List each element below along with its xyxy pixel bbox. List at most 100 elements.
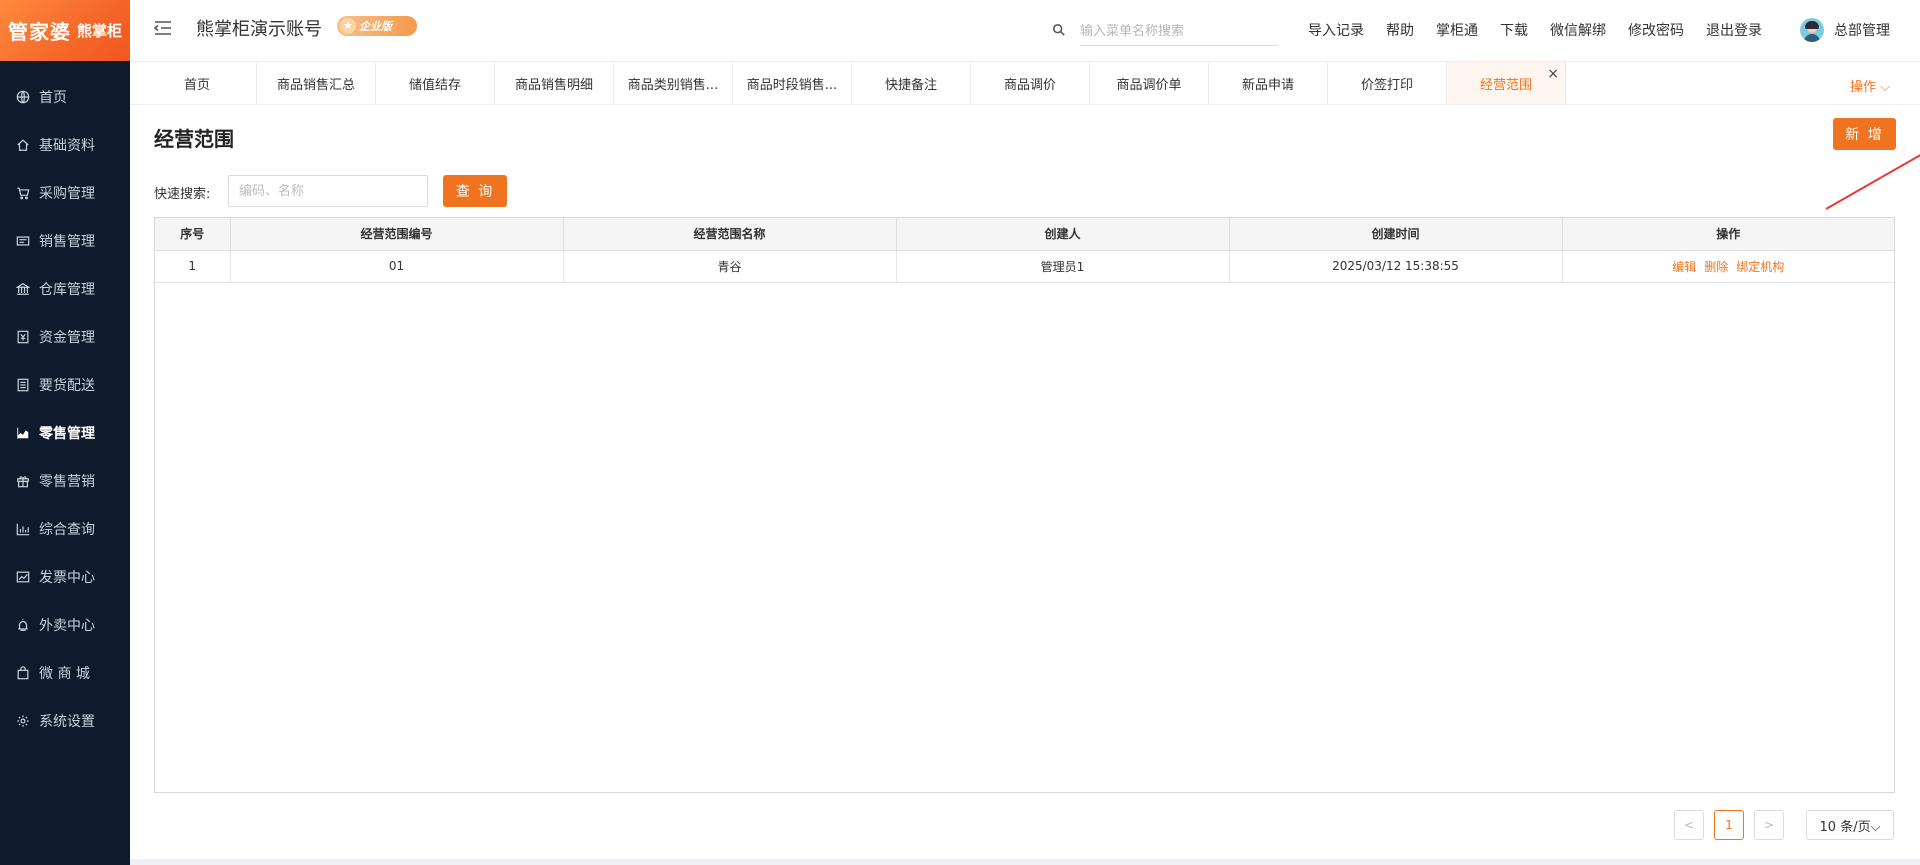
sidebar-item-distribution[interactable]: 要货配送 (0, 361, 130, 409)
wechat-unbind-link[interactable]: 微信解绑 (1550, 20, 1606, 40)
sidebar-item-sales[interactable]: 销售管理 (0, 217, 130, 265)
page-title: 经营范围 (154, 127, 234, 151)
sidebar-item-retail[interactable]: 零售管理 (0, 409, 130, 457)
sidebar-item-mall[interactable]: 微 商 城 (0, 649, 130, 697)
page-number-button[interactable]: 1 (1714, 810, 1744, 840)
sidebar-item-settings[interactable]: 系统设置 (0, 697, 130, 745)
delete-link[interactable]: 删除 (1704, 260, 1728, 274)
bag-icon (16, 666, 30, 680)
cell-code: 01 (230, 250, 564, 283)
menu-collapse-icon[interactable] (153, 20, 172, 36)
cell-creator: 管理员1 (896, 250, 1230, 283)
search-icon[interactable] (1052, 22, 1068, 38)
tab-period-sales[interactable]: 商品时段销售... (733, 62, 852, 104)
sidebar-item-label: 仓库管理 (39, 282, 95, 298)
sidebar-item-marketing[interactable]: 零售营销 (0, 457, 130, 505)
tab-category-sales[interactable]: 商品类别销售... (614, 62, 733, 104)
avatar (1800, 18, 1824, 42)
sidebar-item-invoice[interactable]: 发票中心 (0, 553, 130, 601)
cell-index: 1 (155, 250, 231, 283)
tab-sales-detail[interactable]: 商品销售明细 (495, 62, 614, 104)
menu-search (1052, 18, 1282, 46)
add-button[interactable]: 新 增 (1833, 118, 1896, 150)
logout-link[interactable]: 退出登录 (1706, 20, 1762, 40)
sidebar-item-warehouse[interactable]: 仓库管理 (0, 265, 130, 313)
query-button[interactable]: 查 询 (443, 175, 507, 207)
line-chart-icon (16, 570, 30, 584)
cart-icon (16, 186, 30, 200)
tab-price-label-print[interactable]: 价签打印 (1328, 62, 1447, 104)
tab-sales-summary[interactable]: 商品销售汇总 (257, 62, 376, 104)
brand-logo: 管家婆 熊掌柜 (0, 0, 130, 61)
tab-quick-notes[interactable]: 快捷备注 (852, 62, 971, 104)
tab-home[interactable]: 首页 (138, 62, 257, 104)
tab-stored-balance[interactable]: 储值结存 (376, 62, 495, 104)
alarm-icon (16, 618, 30, 632)
sidebar-item-home[interactable]: 首页 (0, 73, 130, 121)
edit-link[interactable]: 编辑 (1672, 260, 1696, 274)
brand-name: 管家婆 (7, 20, 71, 44)
user-menu[interactable]: 总部管理 (1800, 18, 1890, 42)
pagination: < 1 > 10 条/页⌵ (1664, 810, 1894, 840)
table-header-row: 序号 经营范围编号 经营范围名称 创建人 创建时间 操作 (155, 218, 1894, 251)
tab-new-product[interactable]: 新品申请 (1209, 62, 1328, 104)
column-header-creator: 创建人 (896, 218, 1230, 251)
sidebar-item-query[interactable]: 综合查询 (0, 505, 130, 553)
main-content: 经营范围 新 增 快速搜索: 查 询 序号 经营范围编号 经营范围名称 创建人 … (130, 105, 1920, 865)
page-tabs: 首页 商品销售汇总 储值结存 商品销售明细 商品类别销售... 商品时段销售..… (130, 62, 1920, 105)
next-page-button[interactable]: > (1754, 810, 1784, 840)
table-row: 1 01 青谷 管理员1 2025/03/12 15:38:55 编辑 删除 绑定机… (155, 250, 1894, 283)
column-header-actions: 操作 (1562, 218, 1894, 251)
tab-label: 新品申请 (1241, 77, 1294, 93)
sidebar-item-label: 首页 (39, 90, 67, 106)
tab-label: 快捷备注 (884, 77, 937, 93)
bottom-divider (130, 859, 1920, 865)
sidebar-item-purchase[interactable]: 采购管理 (0, 169, 130, 217)
change-password-link[interactable]: 修改密码 (1628, 20, 1684, 40)
menu-search-input[interactable] (1080, 18, 1278, 46)
sidebar-item-label: 发票中心 (39, 570, 95, 586)
download-link[interactable]: 下载 (1500, 20, 1528, 40)
import-records-link[interactable]: 导入记录 (1308, 20, 1364, 40)
tab-label: 经营范围 (1479, 77, 1532, 93)
app-root: 管家婆 熊掌柜 首页 基础资料 采购管理 销售管理 仓库管理 资金管理 要货配送… (0, 0, 1920, 865)
column-header-created-time: 创建时间 (1229, 218, 1563, 251)
ticket-icon (16, 234, 30, 248)
money-icon (16, 330, 30, 344)
tab-price-adjust-order[interactable]: 商品调价单 (1090, 62, 1209, 104)
quick-search-input[interactable] (228, 175, 428, 207)
sidebar-item-label: 外卖中心 (39, 618, 95, 634)
zhanggui-link[interactable]: 掌柜通 (1436, 20, 1478, 40)
tab-label: 商品调价 (1003, 77, 1056, 93)
sidebar-item-label: 采购管理 (39, 186, 95, 202)
home-icon (16, 138, 30, 152)
tab-price-adjust[interactable]: 商品调价 (971, 62, 1090, 104)
gift-icon (16, 474, 30, 488)
gear-icon (16, 714, 30, 728)
tab-label: 价签打印 (1360, 77, 1413, 93)
header-links: 导入记录 帮助 掌柜通 下载 微信解绑 修改密码 退出登录 (1308, 20, 1784, 40)
tab-business-scope[interactable]: 经营范围 × (1447, 62, 1566, 104)
account-title: 熊掌柜演示账号 (196, 19, 322, 40)
sidebar-item-label: 销售管理 (39, 234, 95, 250)
user-name: 总部管理 (1834, 23, 1890, 39)
help-link[interactable]: 帮助 (1386, 20, 1414, 40)
sidebar-item-funds[interactable]: 资金管理 (0, 313, 130, 361)
edition-badge: ★ 企业版 (337, 16, 417, 36)
top-header: 熊掌柜演示账号 ★ 企业版 导入记录 帮助 掌柜通 下载 微信解绑 修改密码 退… (130, 0, 1920, 62)
tab-label: 商品类别销售... (627, 77, 719, 93)
bar-chart-icon (16, 522, 30, 536)
prev-page-button[interactable]: < (1674, 810, 1704, 840)
sidebar-item-label: 零售营销 (39, 474, 95, 490)
tab-operations-dropdown[interactable]: 操作 ⌵ (1850, 76, 1890, 95)
close-icon[interactable]: × (1547, 66, 1559, 82)
star-icon: ★ (340, 18, 356, 34)
sidebar-item-takeout[interactable]: 外卖中心 (0, 601, 130, 649)
sidebar-item-basic-data[interactable]: 基础资料 (0, 121, 130, 169)
sidebar-item-label: 零售管理 (39, 426, 95, 442)
tab-label: 储值结存 (408, 77, 461, 93)
edition-label: 企业版 (359, 20, 392, 33)
bind-org-link[interactable]: 绑定机构 (1736, 260, 1784, 274)
page-size-select[interactable]: 10 条/页⌵ (1806, 810, 1894, 840)
list-icon (16, 378, 30, 392)
